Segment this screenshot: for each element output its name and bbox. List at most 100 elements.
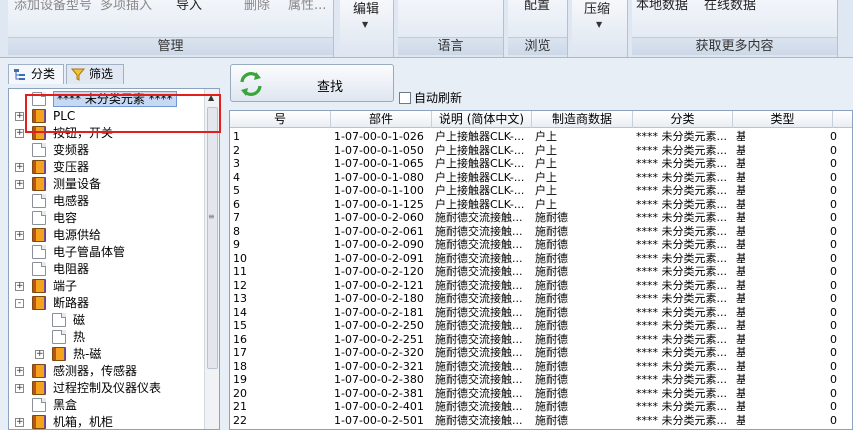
table-cell: **** 未分类元素... xyxy=(636,373,727,386)
table-cell: **** 未分类元素... xyxy=(636,143,727,157)
table-row[interactable]: 5 1-07-00-0-1-100 户上接触器CLK-... 户上 **** 未分类元素… xyxy=(230,184,852,197)
document-icon xyxy=(32,143,46,157)
online-data-button[interactable]: 在线数据 xyxy=(704,0,756,13)
document-icon xyxy=(32,262,46,276)
table-row[interactable]: 16 1-07-00-0-2-251 施耐德交流接触... 施耐德 **** 未分类元素… xyxy=(230,333,852,346)
expand-icon[interactable]: + xyxy=(15,231,24,240)
expand-icon[interactable]: + xyxy=(15,129,24,138)
find-button[interactable]: 查找 xyxy=(230,64,394,102)
config-button[interactable]: 配置 xyxy=(524,0,550,13)
table-cell: 基 xyxy=(733,144,745,157)
scroll-up-arrow-icon[interactable]: ▲ xyxy=(208,93,214,102)
tree-item[interactable]: + PLC xyxy=(9,108,205,125)
table-cell: **** 未分类元素... xyxy=(636,265,727,278)
tree-item[interactable]: 变频器 xyxy=(9,142,205,159)
expand-icon[interactable]: + xyxy=(15,282,24,291)
parts-table[interactable]: 号部件 说明 (简体中文) 制造商数据 分类 类型 1 1-07-00-0-1-026 户上… xyxy=(229,110,853,430)
tree-item[interactable]: + 按钮，开关 xyxy=(9,125,205,142)
table-row[interactable]: 1 1-07-00-0-1-026 户上接触器CLK-... 户上 **** 未分类元素… xyxy=(230,130,852,143)
local-data-button[interactable]: 本地数据 xyxy=(636,0,688,13)
expand-icon[interactable]: + xyxy=(15,163,24,172)
add-model-button[interactable]: 添加设备型号 xyxy=(14,0,92,13)
table-row[interactable]: 14 1-07-00-0-2-181 施耐德交流接触... 施耐德 **** 未分类元素… xyxy=(230,305,852,319)
column-header[interactable]: 号 xyxy=(230,111,331,128)
tree-item[interactable]: + 测量设备 xyxy=(9,176,205,193)
tree-item[interactable]: + 变压器 xyxy=(9,159,205,176)
tree-scrollbar[interactable]: ▲ ≡ xyxy=(204,89,219,429)
table-row[interactable]: 17 1-07-00-0-2-320 施耐德交流接触... 施耐德 **** 未分类元素… xyxy=(230,346,852,359)
table-row[interactable]: 22 1-07-00-0-2-501 施耐德交流接触... 施耐德 **** 未分类元素… xyxy=(230,414,852,427)
tree-item[interactable]: 电感器 xyxy=(9,193,205,210)
table-row[interactable]: 8 1-07-00-0-2-061 施耐德交流接触... 施耐德 **** 未分类元素.… xyxy=(230,225,852,238)
table-row[interactable]: 12 1-07-00-0-2-121 施耐德交流接触... 施耐德 **** 未分类元素… xyxy=(230,279,852,292)
table-cell: 0 xyxy=(830,292,837,305)
table-cell: 1-07-00-0-2-180 xyxy=(334,292,424,305)
table-cell: 0 xyxy=(830,346,837,359)
tree-item[interactable]: 电子管晶体管 xyxy=(9,244,205,261)
column-header[interactable]: 类型 xyxy=(733,111,833,128)
scrollbar-thumb[interactable] xyxy=(207,107,218,369)
table-row[interactable]: 4 1-07-00-0-1-080 户上接触器CLK-... 户上 **** 未分类元素… xyxy=(230,171,852,184)
table-row[interactable]: 6 1-07-00-0-1-125 户上接触器CLK-... 户上 **** 未分类元素… xyxy=(230,197,852,211)
table-row[interactable]: 9 1-07-00-0-2-090 施耐德交流接触... 施耐德 **** 未分类元素.… xyxy=(230,238,852,251)
table-row[interactable]: 18 1-07-00-0-2-321 施耐德交流接触... 施耐德 **** 未分类元素… xyxy=(230,360,852,373)
checkbox-box[interactable] xyxy=(399,92,411,104)
tree-item[interactable]: + 端子 xyxy=(9,278,205,295)
table-cell: 0 xyxy=(830,130,837,143)
column-header[interactable]: 制造商数据 xyxy=(532,111,633,128)
tab-filter[interactable]: 筛选 xyxy=(66,64,124,84)
table-cell: 0 xyxy=(830,386,837,400)
tree-item[interactable]: 电阻器 xyxy=(9,261,205,278)
tree-item[interactable]: - 断路器 xyxy=(9,295,205,312)
table-row[interactable]: 7 1-07-00-0-2-060 施耐德交流接触... 施耐德 **** 未分类元素.… xyxy=(230,211,852,224)
expand-icon[interactable]: + xyxy=(35,350,44,359)
expand-icon[interactable]: + xyxy=(15,180,24,189)
tree-item[interactable]: + 机箱，机柜 xyxy=(9,414,205,429)
tree-item[interactable]: + 感测器，传感器 xyxy=(9,363,205,380)
expand-icon[interactable]: + xyxy=(15,384,24,393)
table-cell: 施耐德交流接触... xyxy=(435,238,523,251)
table-cell: 14 xyxy=(233,305,247,319)
tree-item[interactable]: **** 未分类元素 **** xyxy=(9,91,205,108)
column-header[interactable]: 分类 xyxy=(633,111,733,128)
table-cell: 施耐德 xyxy=(535,373,568,386)
column-header[interactable]: 说明 (简体中文) xyxy=(432,111,532,128)
table-row[interactable]: 13 1-07-00-0-2-180 施耐德交流接触... 施耐德 **** 未分类元素… xyxy=(230,292,852,305)
expand-icon[interactable]: + xyxy=(15,418,24,427)
tab-category[interactable]: 分类 xyxy=(8,64,64,84)
collapse-icon[interactable]: - xyxy=(15,299,24,308)
left-panel: 分类 筛选 **** 未分类元素 **** + PLC + 按钮，开关 变频器 + 变压器 + 测… xyxy=(0,58,226,430)
table-row[interactable]: 10 1-07-00-0-2-091 施耐德交流接触... 施耐德 **** 未分类元素… xyxy=(230,252,852,265)
expand-icon[interactable]: + xyxy=(15,367,24,376)
delete-button[interactable]: 删除 xyxy=(244,0,270,13)
table-cell: 基 xyxy=(733,265,745,278)
document-icon xyxy=(52,313,66,327)
table-row[interactable]: 3 1-07-00-0-1-065 户上接触器CLK-... 户上 **** 未分类元素… xyxy=(230,157,852,170)
tree-item[interactable]: + 热-磁 xyxy=(9,346,205,363)
batch-import-button[interactable]: 多项插入 xyxy=(100,0,152,13)
table-row[interactable]: 21 1-07-00-0-2-401 施耐德交流接触... 施耐德 **** 未分类元素… xyxy=(230,400,852,413)
table-row[interactable]: 15 1-07-00-0-2-250 施耐德交流接触... 施耐德 **** 未分类元素… xyxy=(230,319,852,332)
column-header[interactable]: 部件 xyxy=(331,111,432,128)
tree-item[interactable]: 磁 xyxy=(9,312,205,329)
table-cell: 户上 xyxy=(535,197,557,211)
table-row[interactable]: 11 1-07-00-0-2-120 施耐德交流接触... 施耐德 **** 未分类元素… xyxy=(230,265,852,278)
tree-item[interactable]: 电容 xyxy=(9,210,205,227)
properties-button[interactable]: 属性... xyxy=(288,0,326,13)
table-row[interactable]: 20 1-07-00-0-2-381 施耐德交流接触... 施耐德 **** 未分类元素… xyxy=(230,386,852,400)
tree-item[interactable]: + 电源供给 xyxy=(9,227,205,244)
tree-item[interactable]: + 过程控制及仪器仪表 xyxy=(9,380,205,397)
table-cell: 20 xyxy=(233,386,247,400)
tree-item[interactable]: 黑盒 xyxy=(9,397,205,414)
category-tree[interactable]: **** 未分类元素 **** + PLC + 按钮，开关 变频器 + 变压器 + 测量设备 电感器… xyxy=(8,88,220,430)
compress-label: 压缩 xyxy=(584,2,611,17)
import-button[interactable]: 导入 xyxy=(176,0,202,13)
compress-button[interactable]: 压缩 ▼ xyxy=(572,0,628,57)
auto-refresh-checkbox[interactable]: 自动刷新 xyxy=(399,90,462,106)
expand-icon[interactable]: + xyxy=(15,112,24,121)
tree-item[interactable]: 热 xyxy=(9,329,205,346)
edit-button[interactable]: 编辑 ▼ xyxy=(340,0,394,57)
table-row[interactable]: 19 1-07-00-0-2-380 施耐德交流接触... 施耐德 **** 未分类元素… xyxy=(230,373,852,386)
table-cell: **** 未分类元素... xyxy=(636,197,727,211)
table-row[interactable]: 2 1-07-00-0-1-050 户上接触器CLK-... 户上 **** 未分类元素… xyxy=(230,143,852,157)
